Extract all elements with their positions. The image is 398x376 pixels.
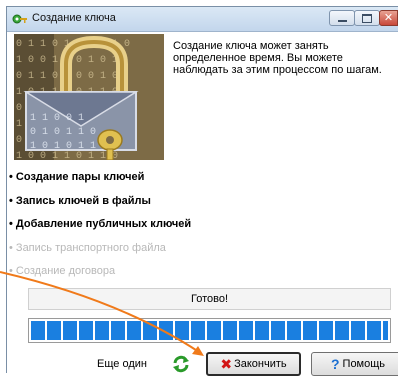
step-label: Запись транспортного файла <box>15 241 166 254</box>
key-creation-window: Создание ключа ✕ 0 1 1 0 1 0 0 1 1 0 1 0… <box>6 6 398 376</box>
step-item-create-contract: • Создание договора <box>9 265 116 277</box>
step-item-write-keys: • Запись ключей в файлы <box>9 194 151 207</box>
key-app-icon <box>12 14 27 24</box>
steps-list: • Создание пары ключей • Запись ключей в… <box>9 169 389 287</box>
step-item-create-key-pair: • Создание пары ключей <box>9 171 145 183</box>
step-label: Создание договора <box>15 265 116 277</box>
maximize-button[interactable] <box>354 10 380 26</box>
title-bar[interactable]: Создание ключа ✕ <box>7 7 398 32</box>
svg-text:1 0 1 0 1 1 0: 1 0 1 0 1 1 0 <box>30 141 108 152</box>
minimize-icon <box>337 19 347 22</box>
maximize-icon <box>362 13 372 23</box>
cross-icon: ✖ <box>220 355 233 372</box>
padlock-illustration: 0 1 1 0 1 0 0 1 1 0 1 0 0 1 1 0 1 0 1 0 … <box>14 34 164 160</box>
dialog-body: 0 1 1 0 1 0 0 1 1 0 1 0 0 1 1 0 1 0 1 0 … <box>7 32 398 376</box>
svg-text:1 0 0 1 1 0 1 1 0: 1 0 0 1 1 0 1 1 0 <box>16 151 118 160</box>
help-button[interactable]: ? Помощь <box>311 352 398 376</box>
svg-text:1 1 0 0 1: 1 1 0 0 1 <box>30 113 84 124</box>
step-item-add-public-keys: • Добавление публичных ключей <box>9 218 192 230</box>
progress-bar <box>28 318 391 343</box>
status-panel: Готово! <box>28 288 391 310</box>
intro-text: Создание ключа может занять определенное… <box>173 40 382 76</box>
refresh-icon[interactable] <box>171 355 191 373</box>
minimize-button[interactable] <box>329 10 355 26</box>
close-button[interactable]: ✕ <box>379 10 398 26</box>
step-label: Запись ключей в файлы <box>15 194 151 207</box>
step-label: Создание пары ключей <box>15 171 145 183</box>
question-icon: ? <box>330 356 340 372</box>
close-icon: ✕ <box>383 11 394 24</box>
finish-button-label: Закончить <box>234 358 287 370</box>
step-item-write-transport-file: • Запись транспортного файла <box>9 241 166 254</box>
progress-fill <box>31 321 388 340</box>
svg-text:0 1 0 1 1 0: 0 1 0 1 1 0 <box>30 127 96 138</box>
help-button-label: Помощь <box>342 358 386 370</box>
window-title: Создание ключа <box>32 12 116 24</box>
once-more-label: Еще один <box>97 358 147 370</box>
step-label: Добавление публичных ключей <box>15 218 192 230</box>
finish-button[interactable]: ✖ Закончить <box>206 352 301 376</box>
